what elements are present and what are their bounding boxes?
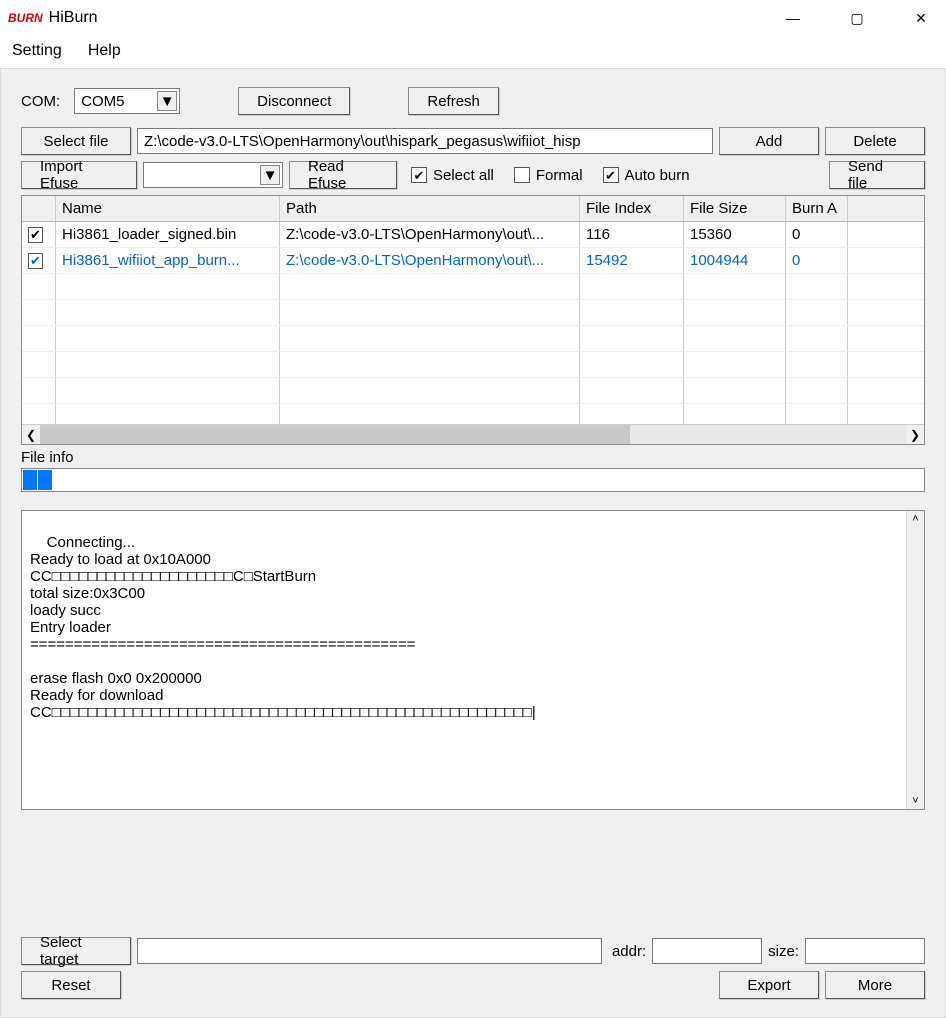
read-efuse-button[interactable]: Read Efuse xyxy=(289,161,397,189)
com-combo[interactable]: COM5 ▼ xyxy=(74,88,180,114)
scroll-up-icon[interactable]: ˄ xyxy=(912,513,918,525)
titlebar: BURN HiBurn — ▢ ✕ xyxy=(0,0,946,36)
disconnect-button[interactable]: Disconnect xyxy=(238,87,350,115)
cell-path: Z:\code-v3.0-LTS\OpenHarmony\out\... xyxy=(280,248,580,273)
efuse-combo[interactable]: ▼ xyxy=(143,162,283,188)
size-field[interactable] xyxy=(805,938,925,964)
refresh-button[interactable]: Refresh xyxy=(408,87,499,115)
chevron-down-icon: ▼ xyxy=(260,165,280,185)
scroll-right-icon[interactable]: ❯ xyxy=(906,428,924,442)
vertical-scrollbar[interactable]: ˄ ˅ xyxy=(906,511,924,809)
client-area: COM: COM5 ▼ Disconnect Refresh Select fi… xyxy=(0,68,946,1018)
minimize-button[interactable]: — xyxy=(770,3,816,33)
log-text: Connecting... Ready to load at 0x10A000 … xyxy=(30,534,536,721)
log-output[interactable]: Connecting... Ready to load at 0x10A000 … xyxy=(21,510,925,810)
menu-help[interactable]: Help xyxy=(84,40,125,62)
add-button[interactable]: Add xyxy=(719,127,819,155)
scroll-left-icon[interactable]: ❮ xyxy=(22,428,40,442)
target-row: Select target addr: size: xyxy=(21,937,925,965)
maximize-button[interactable]: ▢ xyxy=(834,3,880,33)
cell-file-size: 1004944 xyxy=(684,248,786,273)
select-file-button[interactable]: Select file xyxy=(21,127,131,155)
file-table: Name Path File Index File Size Burn A ✔ H… xyxy=(21,195,925,445)
send-file-button[interactable]: Send file xyxy=(829,161,925,189)
import-efuse-button[interactable]: Import Efuse xyxy=(21,161,137,189)
row-checkbox[interactable]: ✔ xyxy=(28,227,43,243)
addr-label: addr: xyxy=(612,943,646,960)
cell-burn-addr: 0 xyxy=(786,222,848,247)
checkmark-icon: ✔ xyxy=(603,167,619,183)
table-row[interactable]: ✔ Hi3861_loader_signed.binZ:\code-v3.0-LT… xyxy=(22,222,924,248)
col-burn-addr[interactable]: Burn A xyxy=(786,196,848,221)
checkbox-empty-icon xyxy=(514,167,530,183)
col-file-size[interactable]: File Size xyxy=(684,196,786,221)
select-all-checkbox[interactable]: ✔ Select all xyxy=(411,167,494,184)
table-row-empty xyxy=(22,404,924,424)
cell-path: Z:\code-v3.0-LTS\OpenHarmony\out\... xyxy=(280,222,580,247)
table-body: ✔ Hi3861_loader_signed.binZ:\code-v3.0-LT… xyxy=(22,222,924,424)
cell-name: Hi3861_wifiiot_app_burn... xyxy=(56,248,280,273)
file-row: Select file Z:\code-v3.0-LTS\OpenHarmony… xyxy=(21,127,925,155)
horizontal-scrollbar[interactable]: ❮ ❯ xyxy=(22,424,924,444)
export-button[interactable]: Export xyxy=(719,971,819,999)
file-info-progress xyxy=(21,468,925,492)
auto-burn-label: Auto burn xyxy=(625,167,690,184)
app-title: HiBurn xyxy=(49,9,98,27)
size-label: size: xyxy=(768,943,799,960)
file-path-field[interactable]: Z:\code-v3.0-LTS\OpenHarmony\out\hispark… xyxy=(137,128,713,154)
row-checkbox[interactable]: ✔ xyxy=(28,253,43,269)
efuse-row: Import Efuse ▼ Read Efuse ✔ Select all F… xyxy=(21,161,925,189)
col-path[interactable]: Path xyxy=(280,196,580,221)
chevron-down-icon: ▼ xyxy=(157,91,177,111)
table-row-empty xyxy=(22,352,924,378)
target-field[interactable] xyxy=(137,938,602,964)
formal-checkbox[interactable]: Formal xyxy=(514,167,583,184)
com-row: COM: COM5 ▼ Disconnect Refresh xyxy=(21,87,925,115)
auto-burn-checkbox[interactable]: ✔ Auto burn xyxy=(603,167,690,184)
com-label: COM: xyxy=(21,93,60,110)
table-row-empty xyxy=(22,378,924,404)
table-row-empty xyxy=(22,326,924,352)
cell-burn-addr: 0 xyxy=(786,248,848,273)
close-button[interactable]: ✕ xyxy=(898,3,944,33)
reset-button[interactable]: Reset xyxy=(21,971,121,999)
more-button[interactable]: More xyxy=(825,971,925,999)
scroll-thumb[interactable] xyxy=(40,425,630,444)
cell-file-index: 116 xyxy=(580,222,684,247)
file-info-label: File info xyxy=(21,449,925,466)
cell-file-size: 15360 xyxy=(684,222,786,247)
file-path-value: Z:\code-v3.0-LTS\OpenHarmony\out\hispark… xyxy=(144,133,581,150)
table-row-empty xyxy=(22,300,924,326)
table-header: Name Path File Index File Size Burn A xyxy=(22,196,924,222)
table-row-empty xyxy=(22,274,924,300)
addr-field[interactable] xyxy=(652,938,762,964)
col-name[interactable]: Name xyxy=(56,196,280,221)
app-logo: BURN xyxy=(8,11,43,25)
com-value: COM5 xyxy=(81,93,124,110)
delete-button[interactable]: Delete xyxy=(825,127,925,155)
menu-setting[interactable]: Setting xyxy=(8,40,66,62)
scroll-down-icon[interactable]: ˅ xyxy=(912,795,918,807)
select-target-button[interactable]: Select target xyxy=(21,937,131,965)
bottom-button-row: Reset Export More xyxy=(21,971,925,999)
checkmark-icon: ✔ xyxy=(411,167,427,183)
menubar: Setting Help xyxy=(0,36,946,68)
select-all-label: Select all xyxy=(433,167,494,184)
table-row[interactable]: ✔ Hi3861_wifiiot_app_burn...Z:\code-v3.0-… xyxy=(22,248,924,274)
cell-file-index: 15492 xyxy=(580,248,684,273)
formal-label: Formal xyxy=(536,167,583,184)
col-file-index[interactable]: File Index xyxy=(580,196,684,221)
cell-name: Hi3861_loader_signed.bin xyxy=(56,222,280,247)
